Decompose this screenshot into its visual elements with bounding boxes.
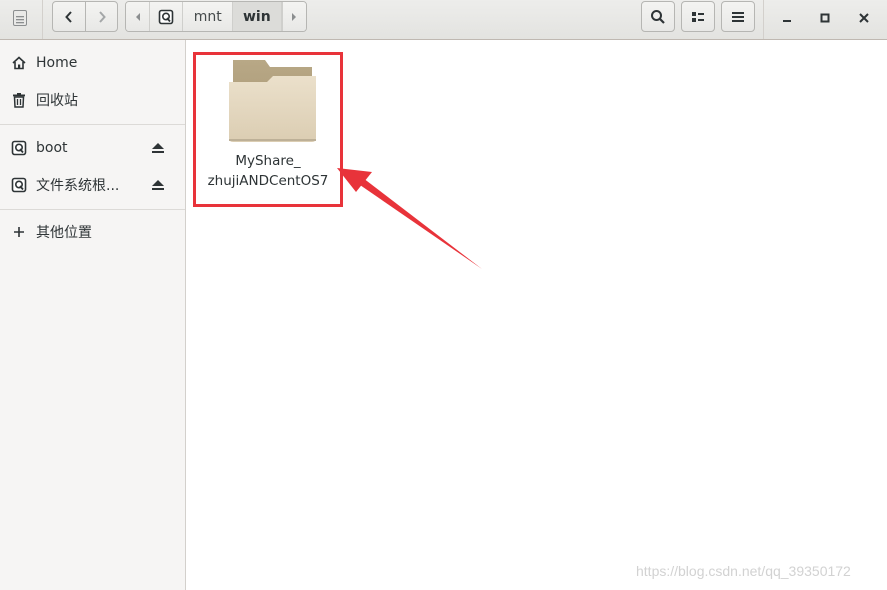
minimize-button[interactable] bbox=[777, 8, 797, 28]
sidebar-item-label: 回收站 bbox=[36, 93, 78, 109]
view-toggle-button[interactable] bbox=[681, 1, 715, 32]
path-root-drive[interactable] bbox=[150, 2, 184, 31]
drive-icon bbox=[159, 9, 174, 24]
drive-icon bbox=[11, 140, 27, 156]
arrow-left-icon bbox=[135, 12, 140, 21]
sidebar: Home 回收站 boot 文件系统根... 其他位置 bbox=[0, 40, 186, 590]
path-bar: mnt win bbox=[125, 1, 307, 32]
eject-icon[interactable] bbox=[150, 177, 166, 193]
sidebar-item-label: 文件系统根... bbox=[36, 178, 120, 194]
path-scroll-left[interactable] bbox=[126, 2, 151, 31]
sidebar-item-trash[interactable]: 回收站 bbox=[0, 83, 185, 117]
minimize-icon bbox=[783, 20, 791, 22]
home-icon bbox=[11, 55, 27, 71]
path-segment-win[interactable]: win bbox=[233, 2, 282, 31]
drive-icon bbox=[11, 177, 27, 193]
sidebar-item-label: Home bbox=[36, 55, 78, 71]
search-icon bbox=[651, 9, 665, 24]
forward-button[interactable] bbox=[85, 1, 118, 32]
hamburger-icon bbox=[732, 11, 744, 22]
chevron-right-icon bbox=[98, 10, 106, 23]
arrow-right-icon bbox=[292, 12, 297, 21]
sidebar-item-boot[interactable]: boot bbox=[0, 131, 185, 165]
maximize-icon bbox=[820, 13, 830, 23]
search-button[interactable] bbox=[641, 1, 675, 32]
sidebar-item-filesystem-root[interactable]: 文件系统根... bbox=[0, 168, 185, 202]
sidebar-divider bbox=[0, 209, 185, 210]
back-button[interactable] bbox=[52, 1, 86, 32]
plus-icon bbox=[11, 224, 27, 240]
header-bar: mnt win bbox=[0, 0, 887, 40]
path-scroll-right[interactable] bbox=[281, 2, 306, 31]
sidebar-divider bbox=[0, 124, 185, 125]
maximize-button[interactable] bbox=[815, 8, 835, 28]
list-view-icon bbox=[692, 11, 704, 22]
app-menu-icon[interactable] bbox=[10, 8, 30, 28]
highlight-box bbox=[193, 52, 343, 207]
eject-icon[interactable] bbox=[150, 140, 166, 156]
sidebar-item-home[interactable]: Home bbox=[0, 46, 185, 80]
sidebar-item-label: boot bbox=[36, 140, 68, 156]
path-segment-mnt[interactable]: mnt bbox=[183, 2, 234, 31]
sidebar-item-other-locations[interactable]: 其他位置 bbox=[0, 215, 185, 249]
close-button[interactable] bbox=[854, 8, 874, 28]
menu-button[interactable] bbox=[721, 1, 755, 32]
watermark: https://blog.csdn.net/qq_39350172 bbox=[636, 563, 851, 579]
close-icon bbox=[859, 13, 869, 23]
sidebar-item-label: 其他位置 bbox=[36, 225, 92, 241]
trash-icon bbox=[11, 92, 27, 108]
chevron-left-icon bbox=[65, 10, 72, 23]
